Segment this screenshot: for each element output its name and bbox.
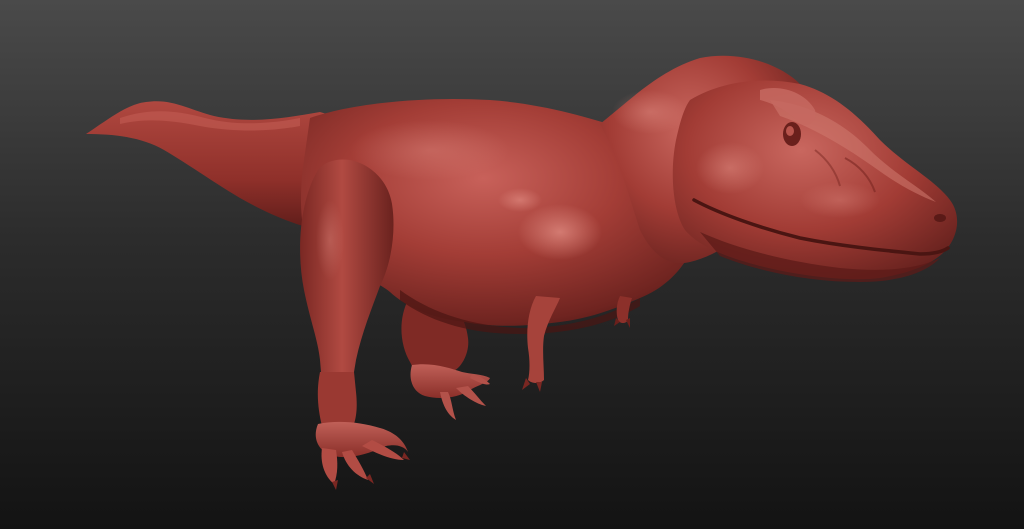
sculpt-viewport[interactable]: [0, 0, 1024, 529]
nostril: [934, 214, 946, 222]
render-canvas[interactable]: [0, 0, 1024, 529]
